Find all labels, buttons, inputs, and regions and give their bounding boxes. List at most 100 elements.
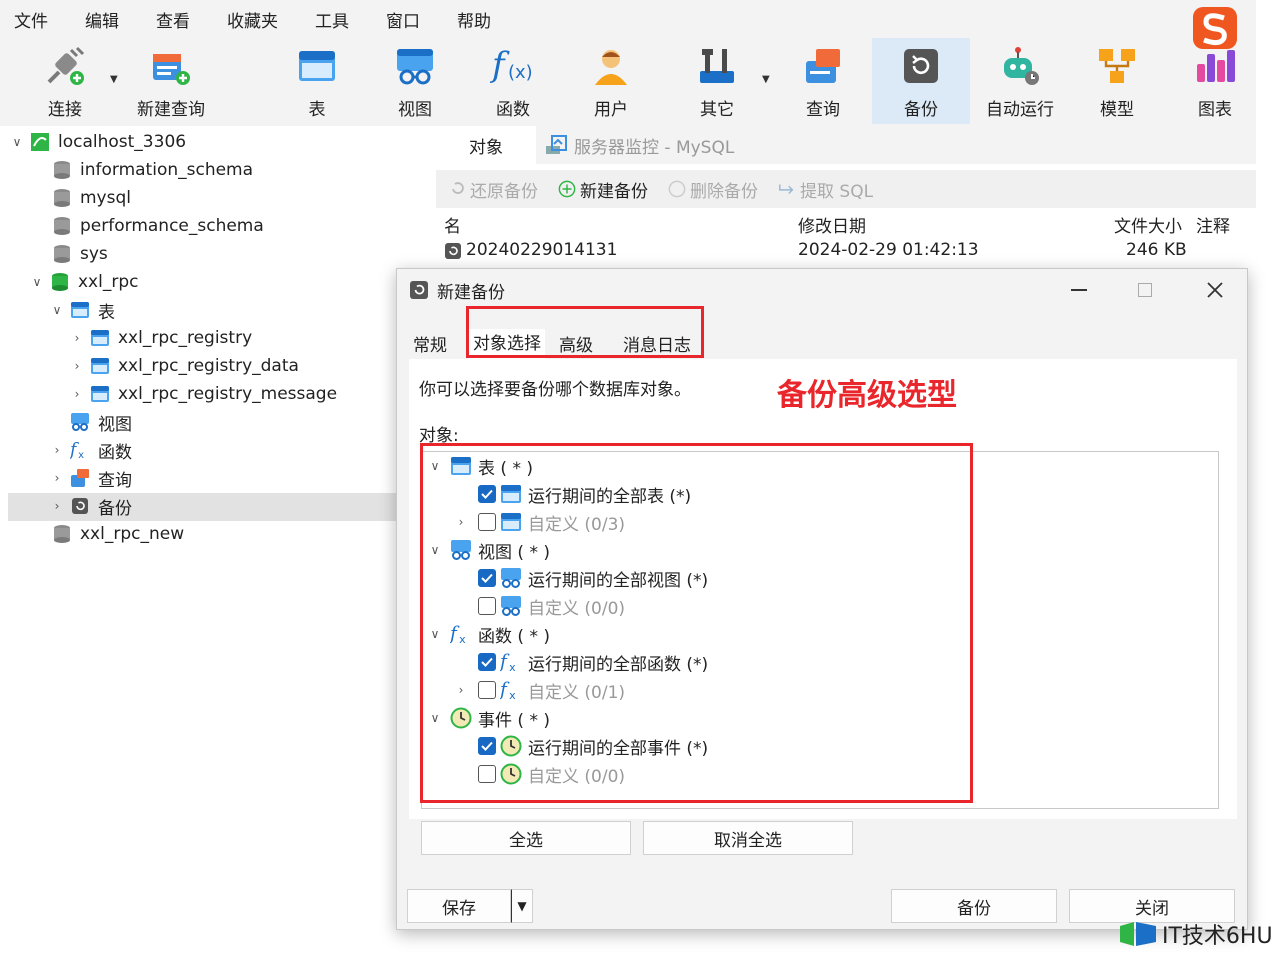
connect-dropdown-icon[interactable]: ▼ <box>110 74 118 85</box>
restore-backup-button[interactable]: 还原备份 <box>448 177 538 202</box>
ime-logo-icon <box>1192 6 1238 50</box>
minimize-button[interactable] <box>1059 275 1099 305</box>
column-size[interactable]: 文件大小 <box>1114 212 1182 237</box>
chevron-right-icon[interactable]: › <box>70 387 84 401</box>
select-all-button[interactable]: 全选 <box>421 821 631 855</box>
model-button[interactable]: 模型 <box>1090 38 1144 124</box>
function-fx-icon: f (x) <box>490 43 536 89</box>
tree-item-xxl-rpc-new[interactable]: xxl_rpc_new <box>32 520 184 548</box>
connect-button[interactable]: 连接 <box>34 38 96 124</box>
main-toolbar: 连接 ▼ 新建查询 表 视图 f (x) 函数 用户 其它 ▼ 查询 备份 自动… <box>0 38 1256 126</box>
automation-button[interactable]: 自动运行 <box>980 38 1060 124</box>
database-icon <box>52 524 72 544</box>
backup-name-cell: 20240229014131 <box>466 240 618 260</box>
chart-button[interactable]: 图表 <box>1186 38 1244 124</box>
tree-item-functions[interactable]: › fx 函数 <box>50 436 132 464</box>
view-glasses-icon <box>70 412 90 432</box>
svg-text:f: f <box>490 45 510 85</box>
menu-tools[interactable]: 工具 <box>315 7 349 32</box>
tree-item-connection[interactable]: ∨ localhost_3306 <box>10 128 186 156</box>
backup-action-bar: 还原备份 新建备份 删除备份 提取 SQL <box>436 170 1256 208</box>
tree-item-views[interactable]: 视图 <box>50 408 132 436</box>
save-dropdown-button[interactable]: ▼ <box>511 889 533 923</box>
tree-item-table-registry-data[interactable]: › xxl_rpc_registry_data <box>70 352 299 380</box>
tree-item-table-registry[interactable]: › xxl_rpc_registry <box>70 324 253 352</box>
tab-server-monitor[interactable]: 服务器监控 - MySQL <box>540 126 734 164</box>
chevron-right-icon[interactable]: › <box>70 359 84 373</box>
menu-favorites[interactable]: 收藏夹 <box>227 7 278 32</box>
svg-text:(x): (x) <box>508 62 533 83</box>
backup-restore-icon <box>898 43 944 89</box>
menu-edit[interactable]: 编辑 <box>85 7 119 32</box>
chevron-down-icon[interactable]: ∨ <box>10 135 24 149</box>
deselect-all-button[interactable]: 取消全选 <box>643 821 853 855</box>
new-backup-button[interactable]: 新建备份 <box>558 177 648 202</box>
menu-view[interactable]: 查看 <box>156 7 190 32</box>
new-query-icon <box>148 43 194 89</box>
other-dropdown-icon[interactable]: ▼ <box>762 74 770 85</box>
function-button[interactable]: f (x) 函数 <box>484 38 542 124</box>
chevron-down-icon[interactable]: ∨ <box>30 275 44 289</box>
view-button[interactable]: 视图 <box>388 38 442 124</box>
backup-start-button[interactable]: 备份 <box>891 889 1057 923</box>
close-window-button[interactable] <box>1195 275 1235 305</box>
annotation-label: 备份高级选型 <box>777 378 957 413</box>
chevron-right-icon[interactable]: › <box>50 499 64 513</box>
menu-bar: 文件 编辑 查看 收藏夹 工具 窗口 帮助 <box>0 0 1256 38</box>
other-button[interactable]: 其它 <box>690 38 744 124</box>
extract-sql-button[interactable]: 提取 SQL <box>778 177 873 202</box>
menu-help[interactable]: 帮助 <box>457 7 491 32</box>
tree-item-table-registry-message[interactable]: › xxl_rpc_registry_message <box>70 380 337 408</box>
backup-button[interactable]: 备份 <box>872 38 970 124</box>
table-icon <box>90 384 110 404</box>
column-name[interactable]: 名 <box>444 212 461 237</box>
tree-item-xxl-rpc[interactable]: ∨ xxl_rpc <box>30 268 139 296</box>
backup-modified-cell: 2024-02-29 01:42:13 <box>798 240 979 260</box>
robot-icon <box>997 43 1043 89</box>
column-comment[interactable]: 注释 <box>1196 212 1230 237</box>
maximize-icon <box>1138 283 1152 297</box>
table-button[interactable]: 表 <box>290 38 344 124</box>
user-button[interactable]: 用户 <box>584 38 638 124</box>
restore-icon <box>448 180 466 198</box>
table-icon <box>294 43 340 89</box>
backup-list-header: 名 修改日期 文件大小 注释 <box>436 208 1256 238</box>
plug-icon <box>42 43 88 89</box>
tree-item-information-schema[interactable]: information_schema <box>32 156 253 184</box>
backup-list-row[interactable]: 20240229014131 2024-02-29 01:42:13 246 K… <box>436 238 1256 266</box>
tree-item-queries[interactable]: › 查询 <box>50 464 132 492</box>
extract-arrow-icon <box>778 180 796 198</box>
delete-backup-button[interactable]: 删除备份 <box>668 177 758 202</box>
user-icon <box>588 43 634 89</box>
tab-objects[interactable]: 对象 <box>436 126 536 164</box>
tab-general[interactable]: 常规 <box>413 331 447 356</box>
tree-item-tables-group[interactable]: ∨ 表 <box>50 296 115 324</box>
tree-item-mysql[interactable]: mysql <box>32 184 131 212</box>
save-button[interactable]: 保存 <box>407 889 511 923</box>
maximize-button[interactable] <box>1125 275 1165 305</box>
add-circle-icon <box>558 180 576 198</box>
tree-item-sys[interactable]: sys <box>32 240 108 268</box>
menu-window[interactable]: 窗口 <box>386 7 420 32</box>
dialog-title-bar[interactable]: 新建备份 <box>397 269 1247 311</box>
backup-restore-icon <box>409 280 429 300</box>
new-query-button[interactable]: 新建查询 <box>130 38 212 124</box>
chevron-right-icon[interactable]: › <box>70 331 84 345</box>
table-icon <box>90 328 110 348</box>
tree-item-performance-schema[interactable]: performance_schema <box>32 212 264 240</box>
query-icon <box>800 43 846 89</box>
column-modified[interactable]: 修改日期 <box>798 212 866 237</box>
tools-icon <box>694 43 740 89</box>
menu-file[interactable]: 文件 <box>14 7 48 32</box>
chevron-down-icon[interactable]: ∨ <box>50 303 64 317</box>
backup-restore-icon <box>444 242 462 265</box>
monitor-icon <box>544 134 570 156</box>
chevron-right-icon[interactable]: › <box>50 471 64 485</box>
chevron-right-icon[interactable]: › <box>50 443 64 457</box>
backup-size-cell: 246 KB <box>1126 240 1187 260</box>
query-button[interactable]: 查询 <box>796 38 850 124</box>
tree-item-backups[interactable]: › 备份 <box>50 492 132 520</box>
connection-icon <box>30 132 50 152</box>
object-tree: ∨ localhost_3306 information_schema mysq… <box>0 126 396 936</box>
function-fx-icon: fx <box>70 440 90 461</box>
